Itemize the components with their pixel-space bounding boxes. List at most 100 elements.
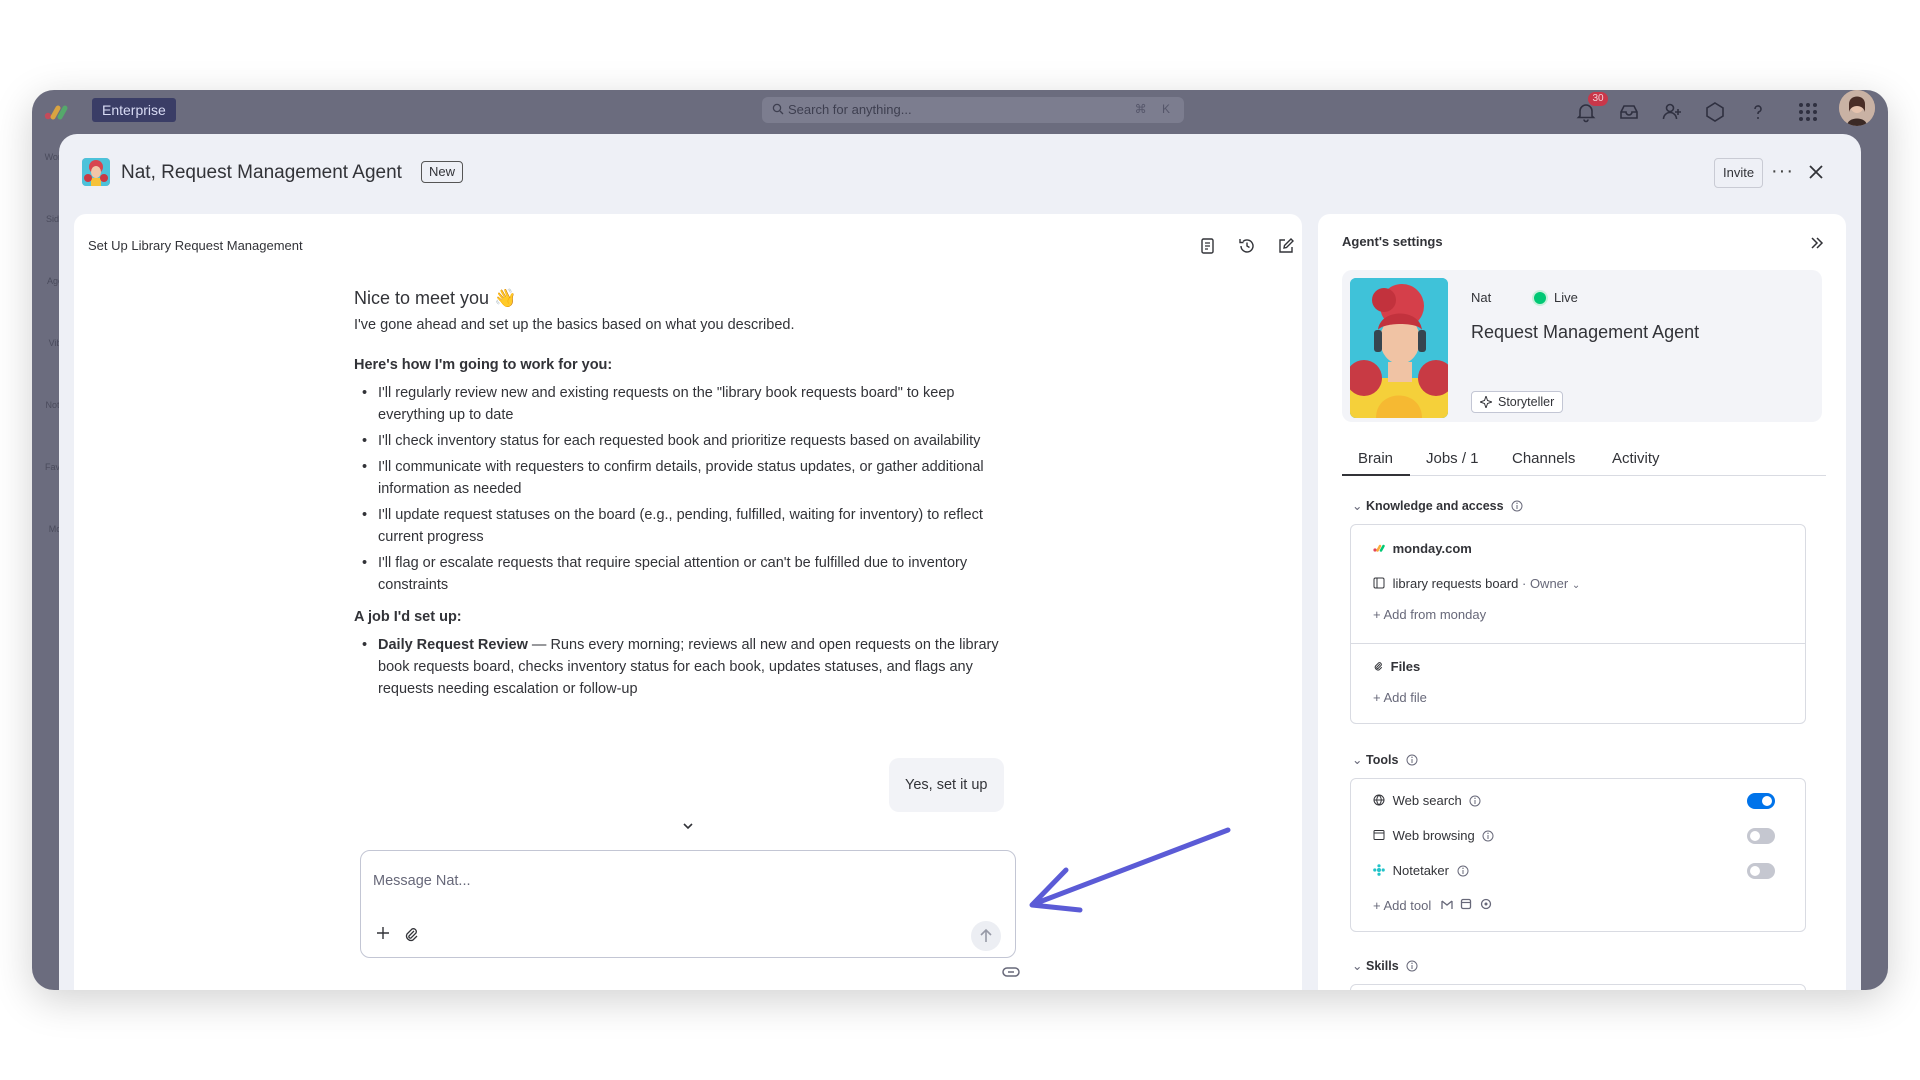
web-search-icon: [1373, 794, 1385, 806]
tab-channels[interactable]: Channels: [1512, 450, 1575, 467]
info-icon[interactable]: [1406, 960, 1418, 972]
tab-jobs[interactable]: Jobs / 1: [1426, 450, 1479, 467]
plus-icon: +: [1373, 690, 1384, 705]
board-role: Owner: [1529, 576, 1569, 591]
web-search-toggle[interactable]: [1747, 793, 1775, 809]
scroll-down-chevron-icon[interactable]: [674, 812, 702, 840]
tools-section-header[interactable]: ⌄ Tools: [1352, 752, 1418, 767]
info-icon[interactable]: [1511, 500, 1523, 512]
intro-text: I've gone ahead and set up the basics ba…: [354, 317, 795, 333]
user-message-bubble: Yes, set it up: [889, 758, 1004, 812]
settings-tabs: Brain Jobs / 1 Channels Activity: [1342, 442, 1826, 476]
paperclip-icon: [1374, 662, 1383, 671]
info-icon[interactable]: [1482, 830, 1494, 842]
send-button[interactable]: [971, 921, 1001, 951]
history-icon[interactable]: [1237, 236, 1257, 256]
arrow-up-icon: [980, 928, 992, 942]
list-item: I'll communicate with requesters to conf…: [354, 456, 1014, 500]
collapse-panel-icon[interactable]: [1808, 234, 1826, 252]
search-placeholder: Search for anything...: [788, 102, 912, 117]
apps-grid-icon[interactable]: [1796, 100, 1820, 124]
list-item: I'll check inventory status for each req…: [354, 430, 1014, 452]
close-icon[interactable]: [1804, 160, 1828, 184]
divider: [1351, 643, 1805, 644]
inbox-icon[interactable]: [1617, 100, 1641, 124]
knowledge-box: monday.com library requests board · Owne…: [1350, 524, 1806, 724]
knowledge-section-header[interactable]: ⌄ Knowledge and access: [1352, 498, 1523, 513]
web-browsing-toggle[interactable]: [1747, 828, 1775, 844]
invite-members-icon[interactable]: [1660, 100, 1684, 124]
list-item: I'll update request statuses on the boar…: [354, 504, 1014, 548]
notetaker-toggle[interactable]: [1747, 863, 1775, 879]
tool-row-web-browsing: Web browsing: [1373, 828, 1494, 843]
message-composer: [360, 850, 1016, 958]
add-tool-button[interactable]: + Add tool: [1373, 898, 1492, 913]
board-icon: [1373, 577, 1385, 589]
live-status-dot: [1534, 292, 1546, 304]
tab-activity[interactable]: Activity: [1612, 450, 1660, 467]
settings-title: Agent's settings: [1342, 234, 1443, 249]
tools-box: Web search Web browsing Notetaker + Add …: [1350, 778, 1806, 932]
search-shortcut: ⌘ K: [1134, 102, 1176, 116]
plan-badge[interactable]: Enterprise: [92, 98, 176, 122]
monday-logo-icon[interactable]: [44, 102, 72, 122]
plus-icon: +: [1373, 898, 1384, 913]
how-list: I'll regularly review new and existing r…: [354, 382, 1014, 596]
notetaker-icon: [1373, 864, 1385, 876]
active-tab-indicator: [1342, 474, 1410, 476]
link-icon[interactable]: [1002, 966, 1020, 978]
modal-title: Nat, Request Management Agent: [121, 162, 402, 183]
persona-tag[interactable]: Storyteller: [1471, 391, 1564, 413]
job-heading: A job I'd set up:: [354, 609, 462, 625]
help-icon[interactable]: [1746, 100, 1770, 124]
drive-icon: [1480, 898, 1492, 910]
agent-portrait-image: [1350, 278, 1448, 418]
tool-row-notetaker: Notetaker: [1373, 863, 1469, 878]
web-browsing-icon: [1373, 830, 1385, 840]
plus-icon: +: [1373, 607, 1384, 622]
summary-icon[interactable]: [1198, 236, 1218, 256]
agent-role-title: Request Management Agent: [1471, 322, 1700, 342]
list-item: I'll regularly review new and existing r…: [354, 382, 1014, 426]
live-status-label: Live: [1554, 290, 1578, 305]
tool-row-web-search: Web search: [1373, 793, 1481, 808]
info-icon[interactable]: [1469, 795, 1481, 807]
sparkle-icon: [1480, 396, 1492, 408]
message-input[interactable]: [373, 861, 993, 901]
chevron-down-icon: ⌄: [1352, 753, 1363, 767]
agent-modal: Nat, Request Management Agent New Invite…: [59, 134, 1861, 990]
global-search[interactable]: Search for anything... ⌘ K: [762, 97, 1184, 123]
agent-avatar: [82, 158, 110, 186]
add-file-button[interactable]: + Add file: [1373, 690, 1427, 705]
new-chat-edit-icon[interactable]: [1276, 236, 1296, 256]
monday-logo-icon: [1373, 544, 1385, 552]
board-access-row[interactable]: library requests board · Owner ⌄: [1373, 576, 1580, 591]
gmail-icon: [1441, 900, 1453, 909]
app-window: Enterprise Search for anything... ⌘ K 30…: [32, 90, 1888, 990]
user-avatar[interactable]: [1839, 90, 1875, 126]
add-icon[interactable]: [373, 923, 393, 943]
annotation-arrow-icon: [1029, 827, 1231, 913]
greeting-text: Nice to meet you 👋: [354, 288, 517, 308]
search-icon: [772, 103, 784, 115]
modal-header: Nat, Request Management Agent New Invite…: [59, 134, 1861, 210]
attach-paperclip-icon[interactable]: [403, 925, 419, 943]
add-from-monday-button[interactable]: + Add from monday: [1373, 607, 1486, 622]
job-name: Daily Request Review: [378, 637, 528, 653]
skills-section-header[interactable]: ⌄ Skills: [1352, 958, 1418, 973]
chat-title: Set Up Library Request Management: [88, 238, 303, 253]
knowledge-source: monday.com: [1373, 541, 1472, 556]
info-icon[interactable]: [1457, 865, 1469, 877]
info-icon[interactable]: [1406, 754, 1418, 766]
top-bar: Enterprise Search for anything... ⌘ K 30: [32, 90, 1888, 134]
agent-name: Nat: [1471, 290, 1492, 305]
invite-button[interactable]: Invite: [1714, 158, 1764, 188]
how-heading: Here's how I'm going to work for you:: [354, 357, 613, 373]
board-name: library requests board: [1392, 576, 1519, 591]
apps-marketplace-icon[interactable]: [1703, 100, 1727, 124]
list-item: Daily Request Review — Runs every mornin…: [354, 634, 1014, 700]
more-options-icon[interactable]: ···: [1771, 160, 1794, 183]
tab-brain[interactable]: Brain: [1358, 450, 1393, 467]
agent-settings-panel: Agent's settings Nat Live Request Manage…: [1318, 214, 1846, 990]
chevron-down-icon: ⌄: [1352, 959, 1363, 973]
